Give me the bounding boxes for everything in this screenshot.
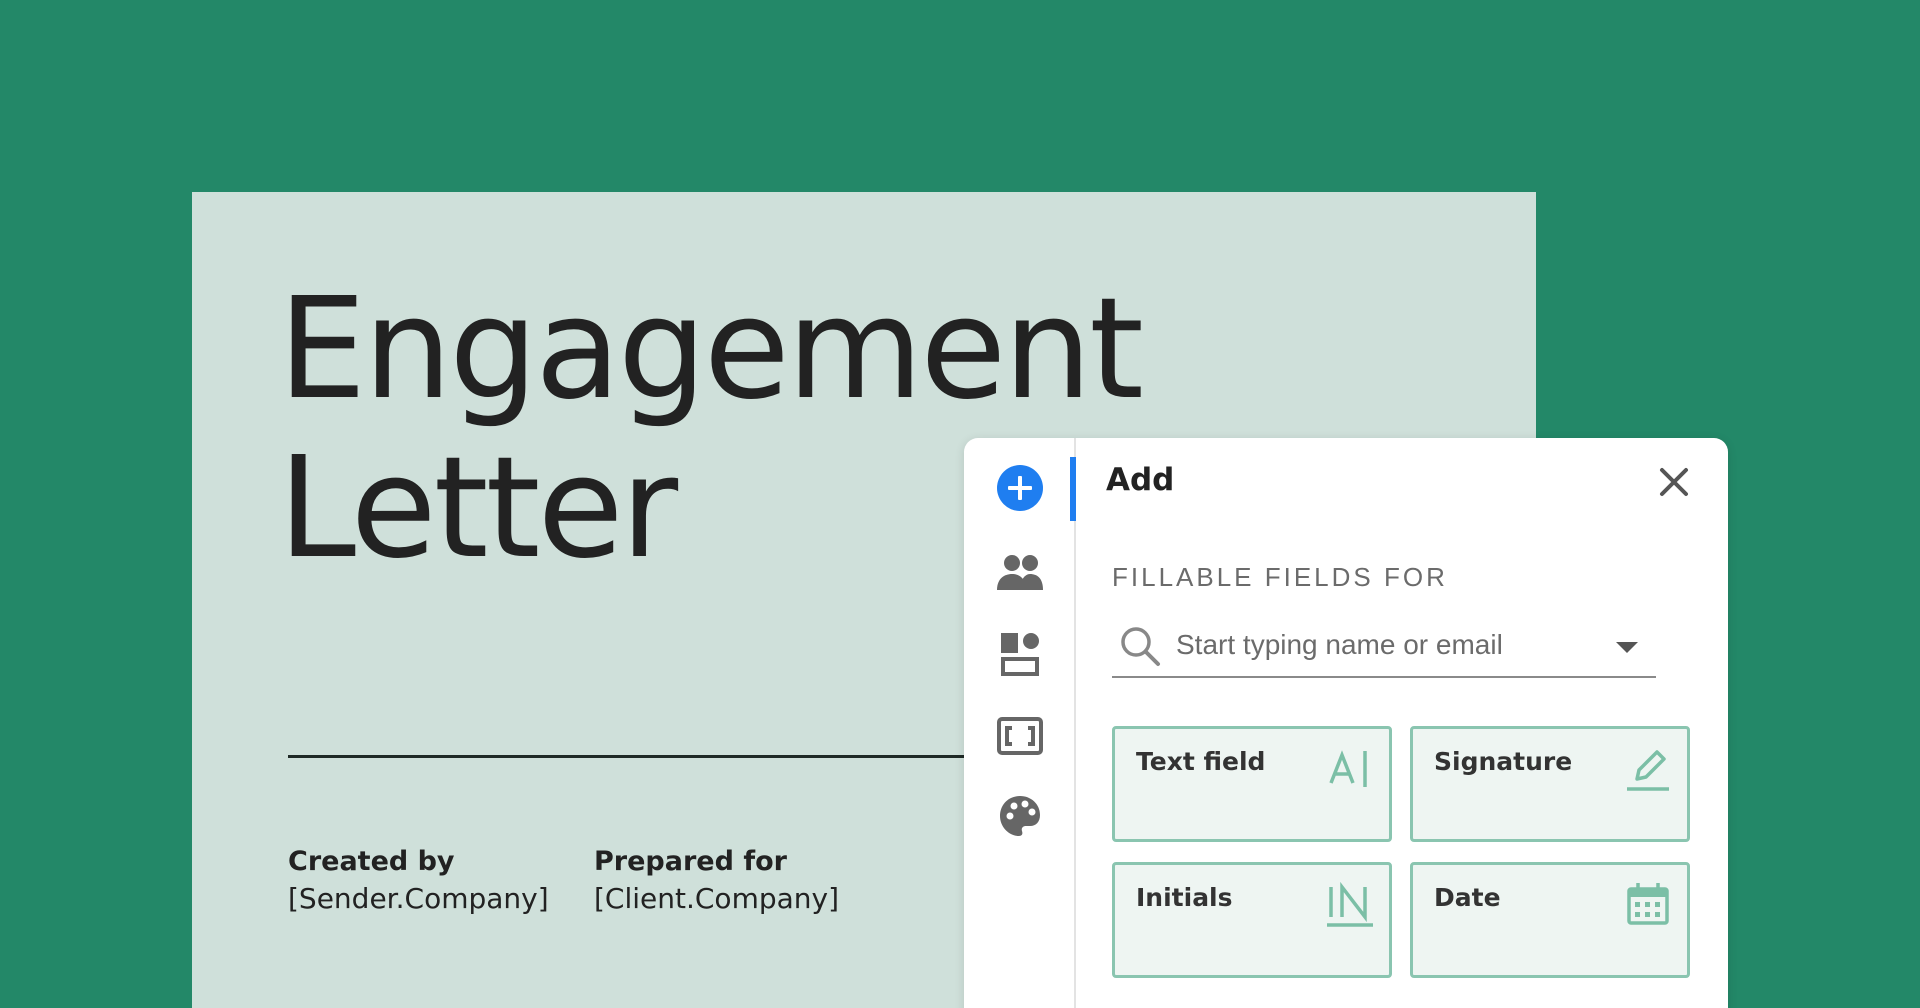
date-card[interactable]: Date [1410, 862, 1690, 978]
text-field-icon [1329, 750, 1367, 787]
created-by-value: [Sender.Company] [288, 882, 549, 915]
panel-sidebar [964, 438, 1076, 1008]
add-icon[interactable] [994, 462, 1046, 514]
text-field-label: Text field [1136, 747, 1266, 776]
prepared-for-label: Prepared for [594, 846, 787, 877]
created-by-block: Created by [Sender.Company] [288, 844, 549, 918]
signature-pen-icon [1627, 750, 1669, 791]
prepared-for-block: Prepared for [Client.Company] [594, 844, 839, 918]
calendar-icon [1627, 883, 1669, 925]
people-icon[interactable] [994, 546, 1046, 598]
signature-card[interactable]: Signature [1410, 726, 1690, 842]
initials-icon [1327, 881, 1373, 927]
close-icon[interactable] [1654, 462, 1694, 502]
search-icon [1121, 627, 1160, 666]
brackets-icon[interactable] [994, 710, 1046, 762]
panel-title: Add [1106, 462, 1175, 498]
created-by-label: Created by [288, 846, 455, 877]
signature-label: Signature [1434, 747, 1573, 776]
initials-label: Initials [1136, 883, 1233, 912]
initials-card[interactable]: Initials [1112, 862, 1392, 978]
active-tab-indicator [1070, 457, 1076, 521]
add-panel: Add FILLABLE FIELDS FOR Text field Signa… [964, 438, 1728, 1008]
prepared-for-value: [Client.Company] [594, 882, 840, 915]
recipient-search-input[interactable] [1176, 624, 1606, 666]
text-field-card[interactable]: Text field [1112, 726, 1392, 842]
recipient-search [1112, 614, 1656, 678]
date-label: Date [1434, 883, 1501, 912]
palette-icon[interactable] [994, 790, 1046, 842]
blocks-icon[interactable] [994, 628, 1046, 680]
fillable-fields-label: FILLABLE FIELDS FOR [1112, 562, 1448, 592]
document-title-line1: Engagement [278, 268, 1144, 431]
chevron-down-icon[interactable] [1612, 632, 1642, 662]
